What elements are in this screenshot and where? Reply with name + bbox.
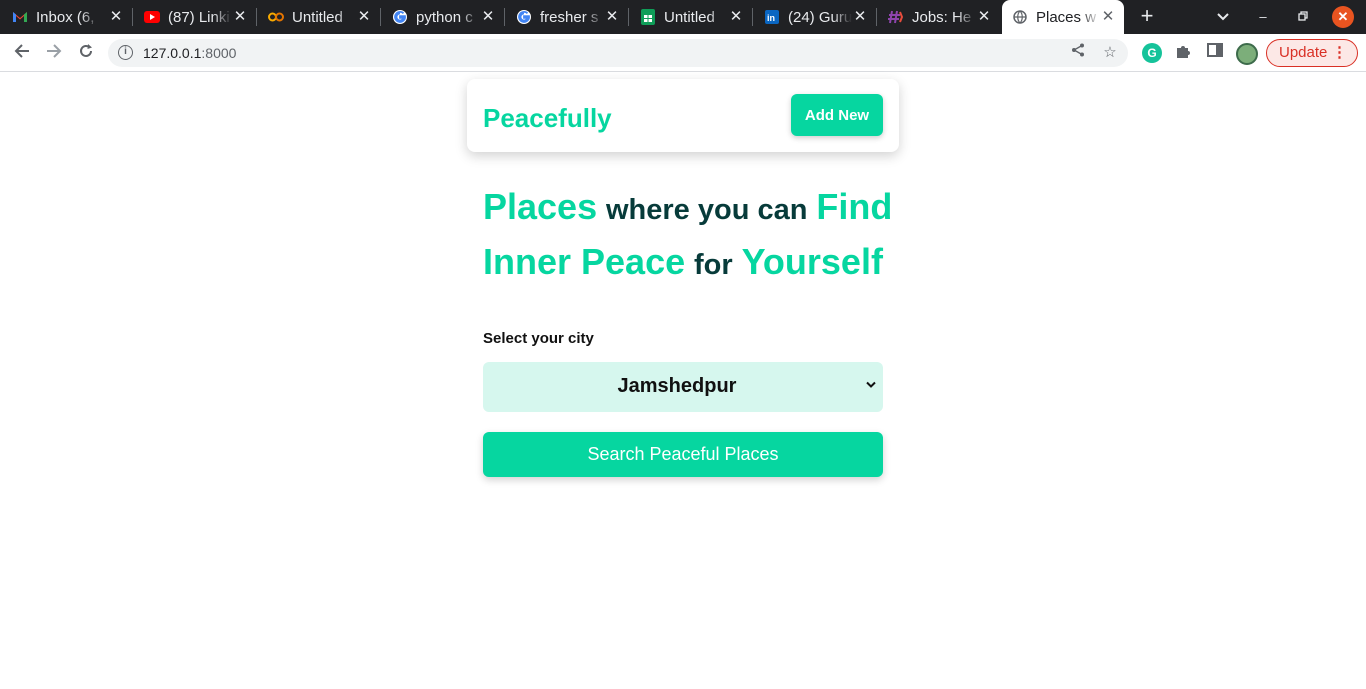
tab-separator xyxy=(876,8,877,26)
browser-toolbar: i 127.0.0.1:8000 ☆ G Update ⋮ xyxy=(0,34,1366,72)
tab-title: Untitled xyxy=(664,8,715,26)
linkedin-icon: in xyxy=(764,9,780,25)
colab-icon xyxy=(268,9,284,25)
hero-word: for xyxy=(694,249,733,281)
back-arrow-icon[interactable] xyxy=(10,42,34,64)
brand-logo-text[interactable]: Peacefully xyxy=(483,103,612,134)
window-close-icon[interactable]: ✕ xyxy=(1332,6,1354,28)
update-label: Update xyxy=(1279,44,1328,61)
minimize-icon[interactable]: – xyxy=(1252,6,1274,28)
browser-tab[interactable]: python c ✕ xyxy=(384,0,504,34)
browser-tab[interactable]: Untitled ✕ xyxy=(260,0,380,34)
tab-separator xyxy=(628,8,629,26)
update-button[interactable]: Update ⋮ xyxy=(1266,39,1358,67)
restore-icon[interactable] xyxy=(1292,6,1314,28)
forward-arrow-icon[interactable] xyxy=(42,42,66,64)
profile-avatar[interactable] xyxy=(1236,43,1258,65)
close-tab-icon[interactable]: ✕ xyxy=(480,9,496,25)
tab-title: Inbox (6, xyxy=(36,8,95,26)
url-port: :8000 xyxy=(201,45,237,61)
hero-word: where you can xyxy=(606,194,808,226)
tab-search-icon[interactable] xyxy=(1212,6,1234,28)
address-bar[interactable]: i 127.0.0.1:8000 ☆ xyxy=(108,39,1128,67)
tab-title: Untitled xyxy=(292,8,343,26)
hackerearth-icon xyxy=(888,9,904,25)
youtube-icon xyxy=(144,9,160,25)
url-host: 127.0.0.1 xyxy=(143,45,202,61)
close-tab-icon[interactable]: ✕ xyxy=(976,9,992,25)
reload-icon[interactable] xyxy=(74,42,98,64)
hero-word: Inner Peace xyxy=(483,241,686,282)
tab-title: Jobs: He xyxy=(912,8,972,26)
browser-tab[interactable]: Jobs: He ✕ xyxy=(880,0,1000,34)
browser-tab-strip: Inbox (6, ✕ (87) Linki ✕ Untitled ✕ pyth… xyxy=(0,0,1366,34)
side-panel-icon[interactable] xyxy=(1205,43,1225,63)
close-tab-icon[interactable]: ✕ xyxy=(852,9,868,25)
tab-separator xyxy=(504,8,505,26)
hero-word: Find xyxy=(816,186,893,227)
more-menu-icon[interactable]: ⋮ xyxy=(1332,40,1347,66)
browser-tab[interactable]: fresher s ✕ xyxy=(508,0,628,34)
city-select[interactable]: Jamshedpur xyxy=(483,362,883,412)
hero-word: Yourself xyxy=(741,241,883,282)
browser-tab[interactable]: in (24) Guru ✕ xyxy=(756,0,876,34)
grammarly-icon[interactable]: G xyxy=(1142,43,1162,63)
hero-heading: Places where you can Find Inner Peace fo… xyxy=(483,181,903,291)
tab-title: (87) Linki xyxy=(168,8,230,26)
city-selected-value: Jamshedpur xyxy=(617,375,737,397)
google-icon xyxy=(392,9,408,25)
close-tab-icon[interactable]: ✕ xyxy=(232,9,248,25)
browser-tab[interactable]: (87) Linki ✕ xyxy=(136,0,256,34)
globe-icon xyxy=(1012,9,1028,25)
browser-tab[interactable]: Inbox (6, ✕ xyxy=(12,0,132,34)
url-text: 127.0.0.1:8000 xyxy=(143,45,236,61)
google-icon xyxy=(516,9,532,25)
close-tab-icon[interactable]: ✕ xyxy=(108,9,124,25)
share-icon[interactable] xyxy=(1068,43,1088,63)
browser-tab[interactable]: Untitled ✕ xyxy=(632,0,752,34)
tab-separator xyxy=(752,8,753,26)
hero-word: Places xyxy=(483,186,598,227)
page-content: Peacefully Add New Places where you can … xyxy=(0,73,1366,689)
search-places-button[interactable]: Search Peaceful Places xyxy=(483,432,883,477)
close-tab-icon[interactable]: ✕ xyxy=(1100,9,1116,25)
gmail-icon xyxy=(12,9,28,25)
site-navbar: Peacefully Add New xyxy=(467,79,899,152)
bookmark-star-icon[interactable]: ☆ xyxy=(1100,43,1120,63)
close-tab-icon[interactable]: ✕ xyxy=(728,9,744,25)
browser-tab-active[interactable]: Places w ✕ xyxy=(1002,0,1124,34)
tab-title: fresher s xyxy=(540,8,599,26)
close-tab-icon[interactable]: ✕ xyxy=(356,9,372,25)
extensions-puzzle-icon[interactable] xyxy=(1173,43,1193,63)
tab-title: python c xyxy=(416,8,473,26)
add-new-button[interactable]: Add New xyxy=(791,94,883,136)
sheets-icon xyxy=(640,9,656,25)
chevron-down-icon xyxy=(863,374,879,394)
site-info-icon[interactable]: i xyxy=(118,45,133,60)
tab-separator xyxy=(380,8,381,26)
tab-title: Places w xyxy=(1036,8,1097,26)
close-tab-icon[interactable]: ✕ xyxy=(604,9,620,25)
new-tab-icon[interactable]: + xyxy=(1136,5,1158,28)
city-select-label: Select your city xyxy=(483,330,594,347)
svg-text:in: in xyxy=(767,13,775,23)
tab-separator xyxy=(256,8,257,26)
tab-separator xyxy=(132,8,133,26)
tab-title: (24) Guru xyxy=(788,8,852,26)
